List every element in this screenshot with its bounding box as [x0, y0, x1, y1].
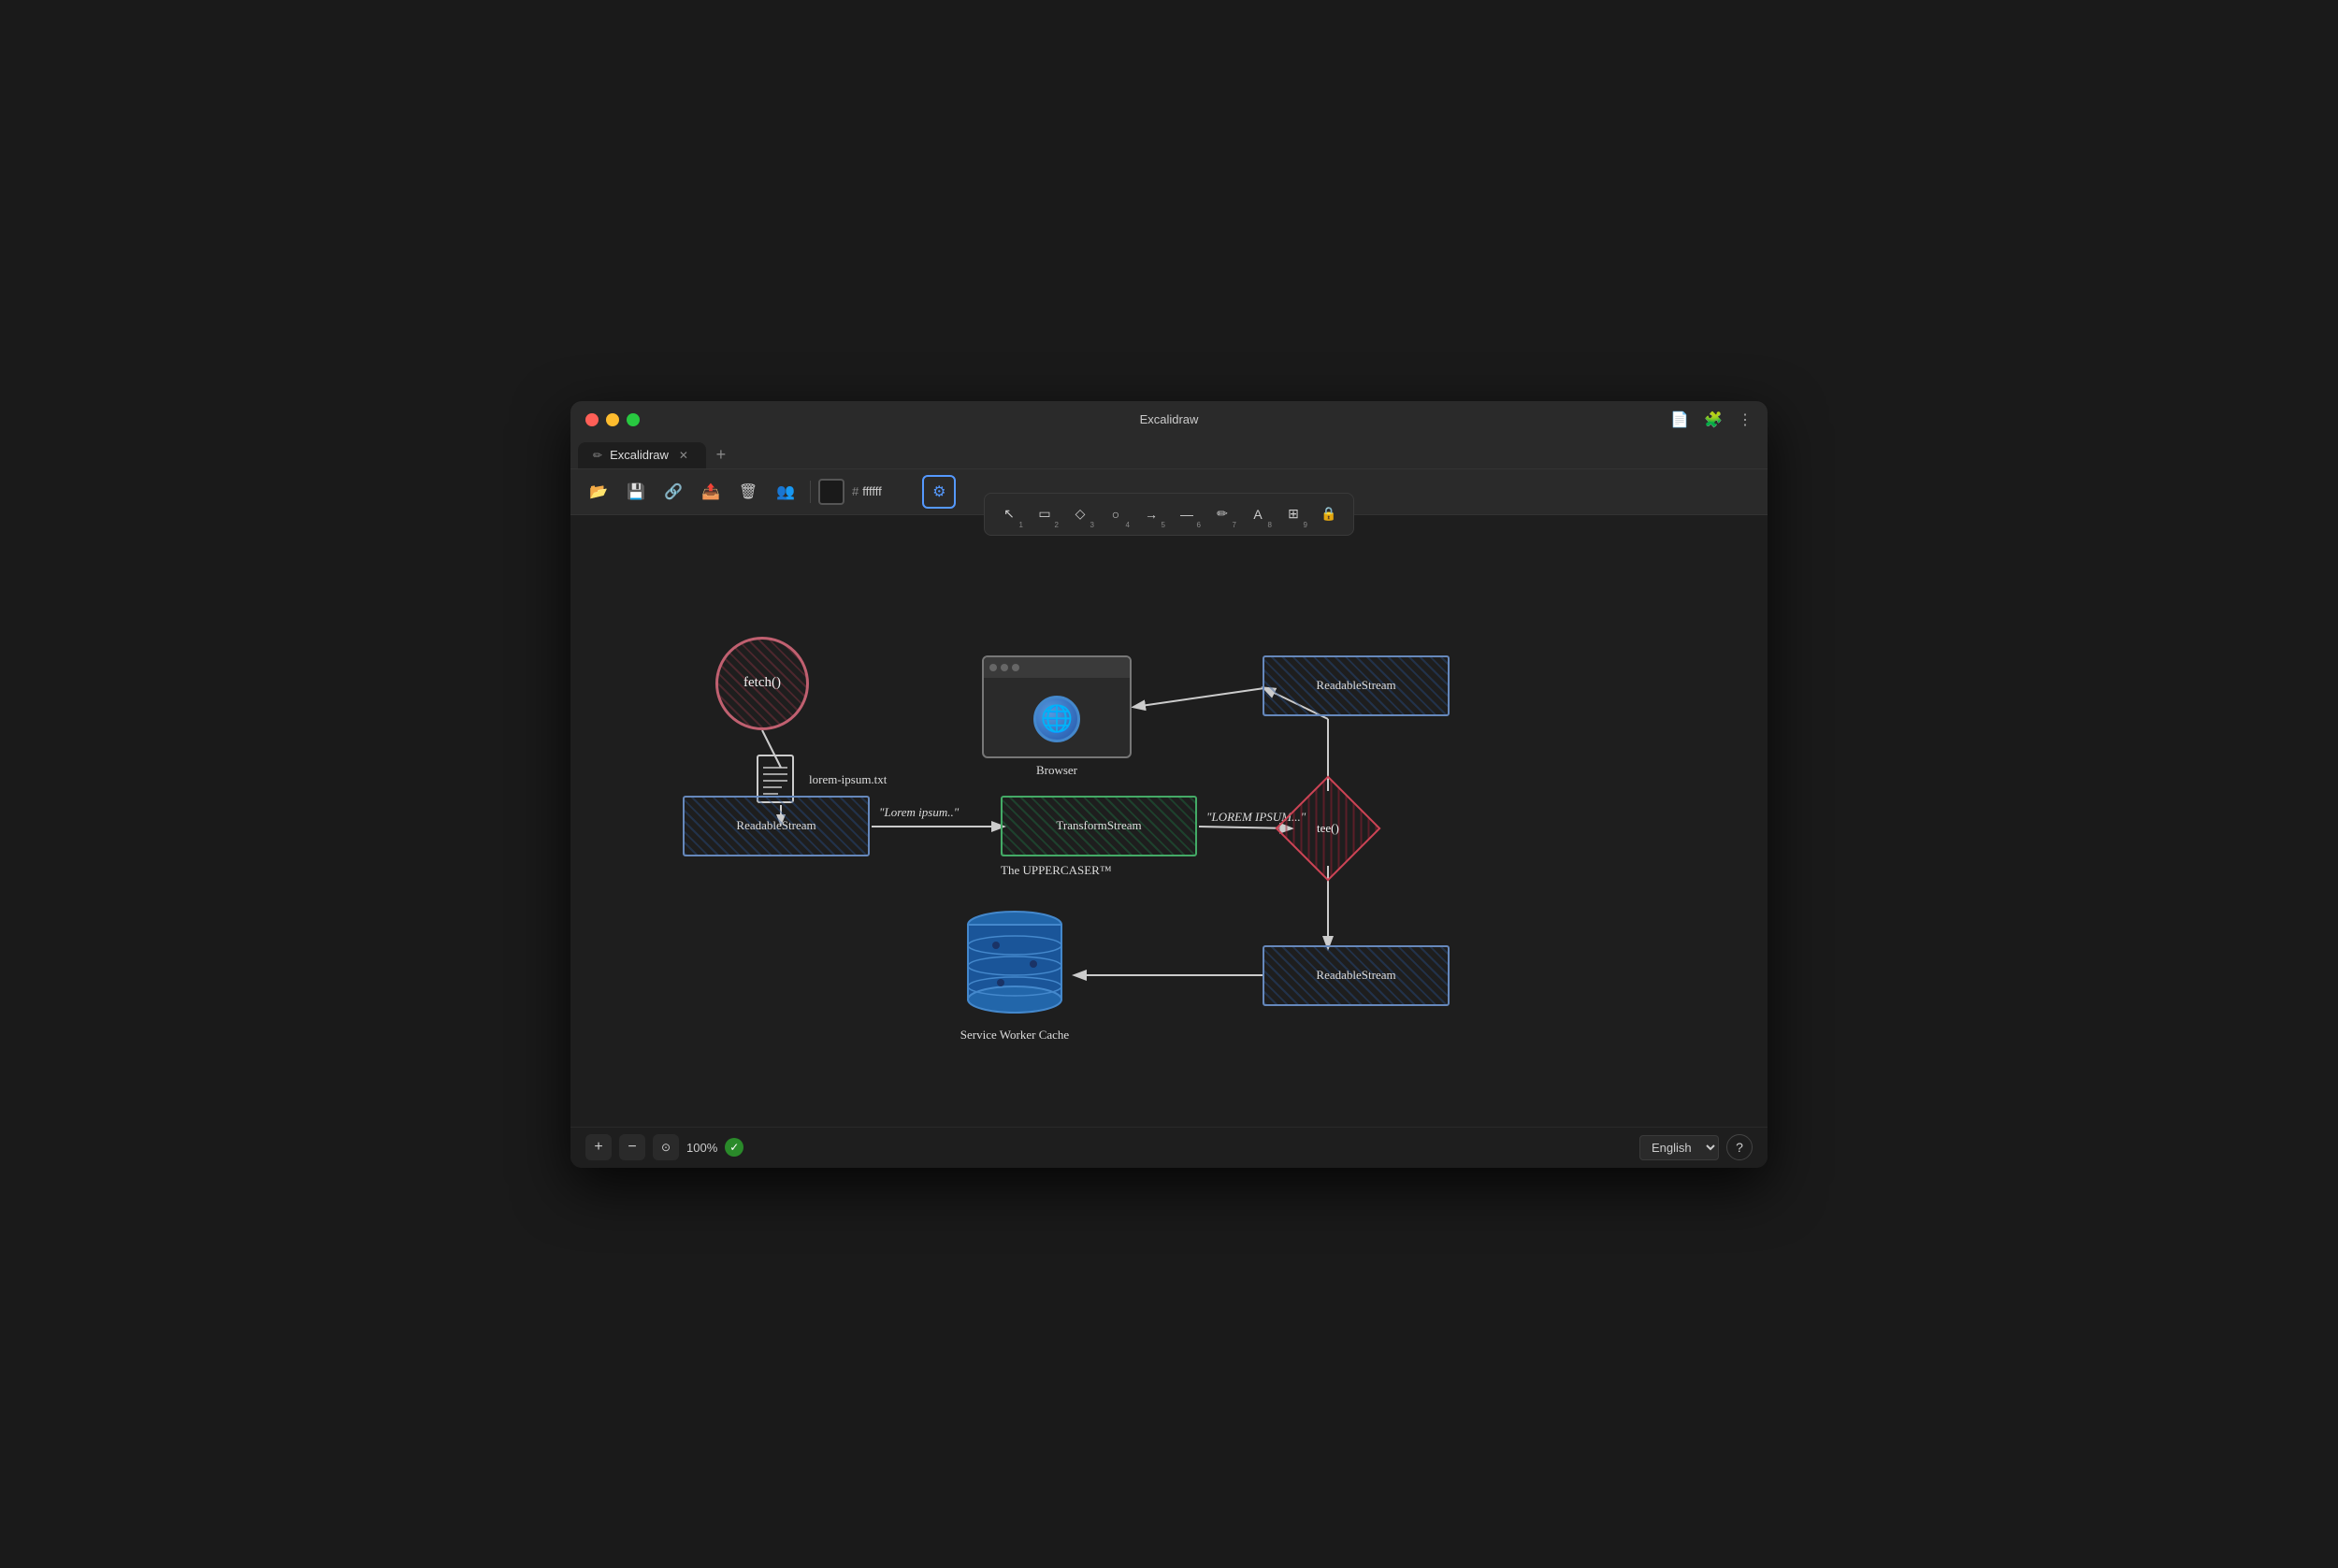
help-button[interactable]: ?	[1726, 1134, 1753, 1160]
ellipse-tool[interactable]: ○4	[1099, 497, 1133, 531]
share-button[interactable]: 🔗	[657, 475, 690, 509]
line-tool[interactable]: —6	[1170, 497, 1204, 531]
shield-icon: ✓	[725, 1138, 743, 1157]
export-button[interactable]: 📤	[694, 475, 728, 509]
tab-bar: ✏ Excalidraw ✕ +	[570, 439, 1768, 469]
b-dot3	[1012, 664, 1019, 671]
fetch-label: fetch()	[743, 675, 781, 691]
puzzle-icon[interactable]: 🧩	[1704, 410, 1723, 429]
zoom-fit-button[interactable]: ⊙	[653, 1134, 679, 1160]
doc-label: lorem-ipsum.txt	[809, 772, 887, 787]
title-bar: Excalidraw 📄 🧩 ⋮	[570, 401, 1768, 439]
tab-excalidraw[interactable]: ✏ Excalidraw ✕	[578, 442, 706, 468]
color-input[interactable]	[862, 484, 918, 498]
globe-icon: 🌐	[1033, 696, 1080, 742]
transform-stream: TransformStream	[1001, 796, 1197, 856]
diagram: fetch() lorem-ipsum.txt ReadableStream "…	[570, 515, 1768, 1127]
delete-button[interactable]: 🗑	[731, 475, 765, 509]
fetch-circle: fetch()	[715, 637, 809, 730]
tab-close-button[interactable]: ✕	[676, 448, 691, 463]
diamond-tool[interactable]: ◇3	[1063, 497, 1097, 531]
tab-file-icon: ✏	[593, 449, 602, 462]
save-button[interactable]: 💾	[619, 475, 653, 509]
zoom-out-button[interactable]: −	[619, 1134, 645, 1160]
readable-stream-bottom-right: ReadableStream	[1263, 945, 1450, 1006]
browser-content: 🌐	[984, 678, 1130, 758]
users-button[interactable]: 👥	[769, 475, 802, 509]
readable-stream-left: ReadableStream	[683, 796, 870, 856]
bottom-bar: + − ⊙ 100% ✓ English Spanish French ?	[570, 1127, 1768, 1168]
zoom-in-button[interactable]: +	[585, 1134, 612, 1160]
tab-label: Excalidraw	[610, 448, 669, 462]
open-button[interactable]: 📂	[582, 475, 615, 509]
rectangle-tool[interactable]: ▭2	[1028, 497, 1061, 531]
document-icon[interactable]: 📄	[1670, 410, 1689, 429]
title-right-icons: 📄 🧩 ⋮	[1670, 410, 1753, 429]
b-dot1	[989, 664, 997, 671]
settings-button[interactable]: ⚙	[922, 475, 956, 509]
maximize-button[interactable]	[627, 413, 640, 426]
browser-box: 🌐	[982, 655, 1132, 758]
window-title: Excalidraw	[1140, 412, 1199, 426]
traffic-lights	[585, 413, 640, 426]
tee-label: tee()	[1317, 821, 1339, 836]
zoom-level: 100%	[686, 1141, 717, 1155]
b-dot2	[1001, 664, 1008, 671]
browser-label: Browser	[982, 763, 1132, 778]
uppercaser-label: The UPPERCASER™	[1001, 863, 1112, 878]
zoom-controls: + − ⊙ 100% ✓	[585, 1134, 743, 1160]
new-tab-button[interactable]: +	[710, 444, 732, 467]
lock-tool[interactable]: 🔒	[1312, 497, 1346, 531]
language-dropdown[interactable]: English Spanish French	[1639, 1135, 1719, 1160]
menu-icon[interactable]: ⋮	[1738, 410, 1753, 429]
select-tool[interactable]: ↖1	[992, 497, 1026, 531]
pencil-tool[interactable]: ✏7	[1205, 497, 1239, 531]
database-cylinder	[963, 899, 1066, 1020]
separator	[810, 481, 811, 503]
minimize-button[interactable]	[606, 413, 619, 426]
readable-stream-top-right: ReadableStream	[1263, 655, 1450, 716]
close-button[interactable]	[585, 413, 599, 426]
lorem-ipsum-label: "Lorem ipsum.."	[879, 805, 959, 820]
drawing-tools-bar: ↖1 ▭2 ◇3 ○4 →5 —6 ✏7 A8 ⊞9 🔒	[984, 493, 1354, 536]
language-selector: English Spanish French ?	[1639, 1134, 1753, 1160]
canvas[interactable]: fetch() lorem-ipsum.txt ReadableStream "…	[570, 515, 1768, 1127]
image-tool[interactable]: ⊞9	[1277, 497, 1310, 531]
color-hash-label: #	[852, 484, 859, 498]
text-tool[interactable]: A8	[1241, 497, 1275, 531]
color-swatch[interactable]	[818, 479, 844, 505]
arrow-tool[interactable]: →5	[1134, 497, 1168, 531]
browser-chrome	[984, 657, 1130, 678]
service-worker-label: Service Worker Cache	[935, 1028, 1094, 1043]
app-window: Excalidraw 📄 🧩 ⋮ ✏ Excalidraw ✕ + 📂 💾 🔗 …	[570, 401, 1768, 1168]
tee-diamond: tee()	[1275, 775, 1380, 881]
